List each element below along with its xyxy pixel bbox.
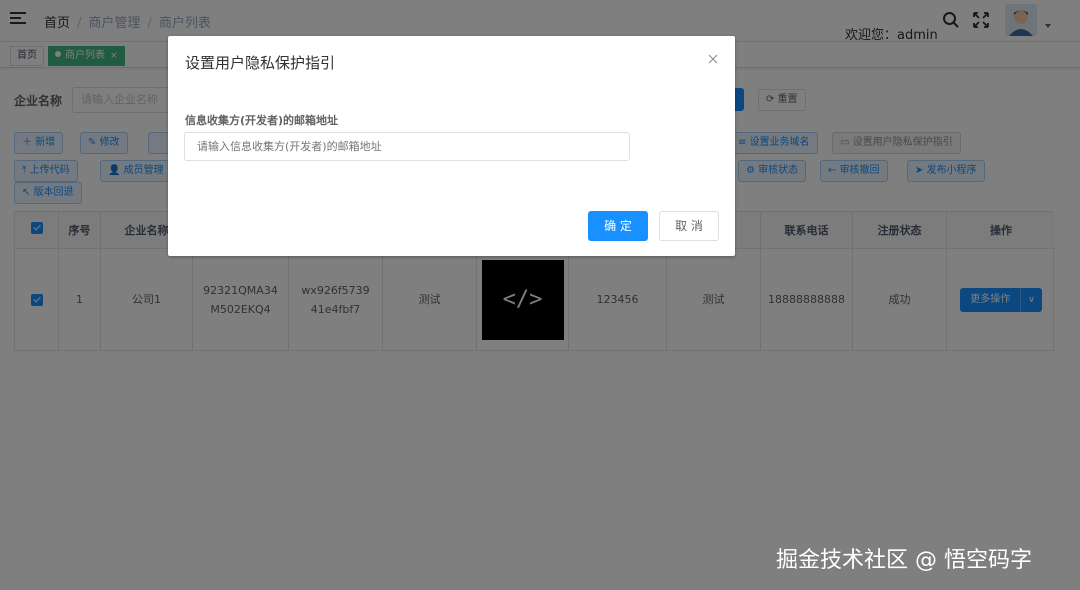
confirm-button[interactable]: 确 定 (588, 211, 648, 241)
close-icon[interactable] (706, 52, 720, 66)
email-field-label: 信息收集方(开发者)的邮箱地址 (185, 114, 339, 127)
email-field[interactable] (184, 132, 630, 161)
privacy-guide-dialog: 设置用户隐私保护指引 信息收集方(开发者)的邮箱地址 确 定 取 消 (168, 36, 735, 256)
watermark: 掘金技术社区 @ 悟空码字 (776, 548, 1032, 573)
cancel-button[interactable]: 取 消 (659, 211, 719, 241)
dialog-title: 设置用户隐私保护指引 (185, 54, 336, 72)
